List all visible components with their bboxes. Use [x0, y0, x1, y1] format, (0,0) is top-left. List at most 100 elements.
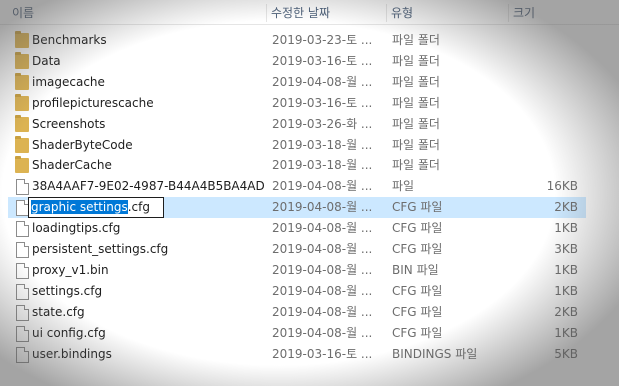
file-name: user.bindings	[32, 346, 112, 361]
file-size	[508, 114, 578, 135]
folder-icon	[15, 93, 29, 111]
file-type: BINDINGS 파일	[392, 346, 478, 361]
file-type: 파일	[392, 179, 415, 194]
list-item[interactable]: Screenshots 2019-03-26-화 ... 파일 폴더	[8, 114, 586, 135]
list-item[interactable]: user.bindings 2019-03-16-토 ... BINDINGS 파일…	[8, 344, 586, 365]
file-size: 2KB	[554, 304, 578, 319]
file-date: 2019-04-08-월 ...	[272, 221, 373, 236]
file-type: CFG 파일	[392, 200, 443, 215]
list-item[interactable]: 38A4AAF7-9E02-4987-B44A4B5BA4AD... 2019-0…	[8, 176, 586, 197]
file-name: ui config.cfg	[32, 325, 106, 340]
file-date: 2019-04-08-월 ...	[272, 74, 373, 89]
file-name: 38A4AAF7-9E02-4987-B44A4B5BA4AD...	[32, 179, 264, 194]
column-header-bar: ^ 이름 수정한 날짜 유형 크기	[0, 0, 619, 25]
file-name: Benchmarks	[32, 33, 107, 47]
file-name: ShaderCache	[32, 158, 112, 173]
list-item[interactable]: profilepicturescache 2019-03-16-토 ... 파일 폴…	[8, 93, 586, 114]
file-size: 2KB	[554, 200, 578, 215]
file-date: 2019-03-16-토 ...	[272, 53, 373, 68]
file-type: 파일 폴더	[392, 33, 440, 47]
file-date: 2019-03-18-월 ...	[272, 158, 373, 173]
file-icon	[16, 304, 29, 321]
file-date: 2019-03-16-토 ...	[272, 95, 373, 110]
file-size: 1KB	[554, 262, 578, 277]
column-header-date[interactable]: 수정한 날짜	[266, 4, 387, 22]
column-header-size[interactable]: 크기	[508, 4, 589, 22]
file-type: CFG 파일	[392, 221, 443, 236]
file-size	[508, 155, 578, 176]
file-type: BIN 파일	[392, 262, 439, 277]
rename-extension-text: .cfg	[127, 200, 150, 215]
file-type: 파일 폴더	[392, 137, 440, 152]
file-size	[508, 135, 578, 156]
list-item[interactable]: loadingtips.cfg 2019-04-08-월 ... CFG 파일 1KB	[8, 218, 586, 239]
file-name: proxy_v1.bin	[32, 262, 109, 277]
file-icon	[16, 325, 29, 342]
list-item[interactable]: persistent_settings.cfg 2019-04-08-월 ... C…	[8, 239, 586, 260]
file-type: CFG 파일	[392, 242, 443, 256]
file-date: 2019-04-08-월 ...	[272, 325, 373, 340]
file-date: 2019-03-26-화 ...	[272, 116, 373, 131]
file-icon	[16, 283, 29, 300]
file-size	[508, 72, 578, 93]
file-icon	[16, 242, 29, 258]
file-type: 파일 폴더	[392, 95, 440, 110]
file-name: settings.cfg	[32, 283, 103, 298]
folder-icon	[15, 72, 29, 90]
column-header-type[interactable]: 유형	[386, 4, 509, 22]
file-date: 2019-04-08-월 ...	[272, 200, 373, 215]
file-name: Screenshots	[32, 116, 106, 131]
list-item[interactable]: ui config.cfg 2019-04-08-월 ... CFG 파일 1KB	[8, 323, 586, 344]
file-name: persistent_settings.cfg	[32, 242, 169, 256]
file-type: 파일 폴더	[392, 116, 440, 131]
list-item[interactable]: Data 2019-03-16-토 ... 파일 폴더	[8, 51, 586, 72]
file-date: 2019-04-08-월 ...	[272, 242, 373, 256]
file-date: 2019-03-23-토 ...	[272, 33, 373, 47]
list-item[interactable]: graphic settings.cfg 2019-04-08-월 ... CFG …	[8, 197, 586, 219]
list-item[interactable]: ShaderByteCode 2019-03-18-월 ... 파일 폴더	[8, 135, 586, 156]
folder-icon	[15, 51, 29, 69]
rename-input[interactable]: graphic settings.cfg	[28, 197, 164, 219]
file-type: CFG 파일	[392, 325, 443, 340]
file-date: 2019-04-08-월 ...	[272, 283, 373, 298]
folder-icon	[15, 156, 29, 174]
file-type: 파일 폴더	[392, 74, 440, 89]
file-size: 1KB	[554, 221, 578, 236]
file-size: 16KB	[546, 179, 578, 194]
file-icon	[16, 221, 29, 238]
list-item[interactable]: ShaderCache 2019-03-18-월 ... 파일 폴더	[8, 155, 586, 176]
file-type: 파일 폴더	[392, 53, 440, 68]
file-date: 2019-04-08-월 ...	[272, 179, 373, 194]
file-date: 2019-04-08-월 ...	[272, 262, 373, 277]
file-name: profilepicturescache	[32, 95, 154, 110]
file-size: 1KB	[554, 325, 578, 340]
rename-selected-text: graphic settings	[31, 200, 128, 215]
file-name: loadingtips.cfg	[32, 221, 121, 236]
file-name: imagecache	[32, 74, 105, 89]
file-size	[508, 30, 578, 51]
folder-icon	[15, 135, 29, 153]
file-size: 5KB	[554, 346, 578, 361]
list-item[interactable]: state.cfg 2019-04-08-월 ... CFG 파일 2KB	[8, 302, 586, 323]
list-item[interactable]: settings.cfg 2019-04-08-월 ... CFG 파일 1KB	[8, 281, 586, 302]
list-item[interactable]: proxy_v1.bin 2019-04-08-월 ... BIN 파일 1KB	[8, 260, 586, 281]
file-size: 1KB	[554, 283, 578, 298]
file-size	[508, 93, 578, 114]
file-type: CFG 파일	[392, 304, 443, 319]
file-type: 파일 폴더	[392, 158, 440, 173]
column-header-name[interactable]: 이름	[8, 4, 268, 22]
file-size: 3KB	[554, 242, 578, 256]
file-icon	[16, 179, 29, 196]
list-item[interactable]: Benchmarks 2019-03-23-토 ... 파일 폴더	[8, 30, 586, 51]
file-icon	[16, 346, 29, 363]
file-date: 2019-04-08-월 ...	[272, 304, 373, 319]
folder-icon	[15, 114, 29, 132]
file-type: CFG 파일	[392, 283, 443, 298]
file-date: 2019-03-16-토 ...	[272, 346, 373, 361]
file-name: Data	[32, 53, 61, 68]
list-item[interactable]: imagecache 2019-04-08-월 ... 파일 폴더	[8, 72, 586, 93]
file-name: ShaderByteCode	[32, 137, 133, 152]
file-name: state.cfg	[32, 304, 85, 319]
folder-icon	[15, 31, 29, 48]
file-icon	[16, 262, 29, 279]
